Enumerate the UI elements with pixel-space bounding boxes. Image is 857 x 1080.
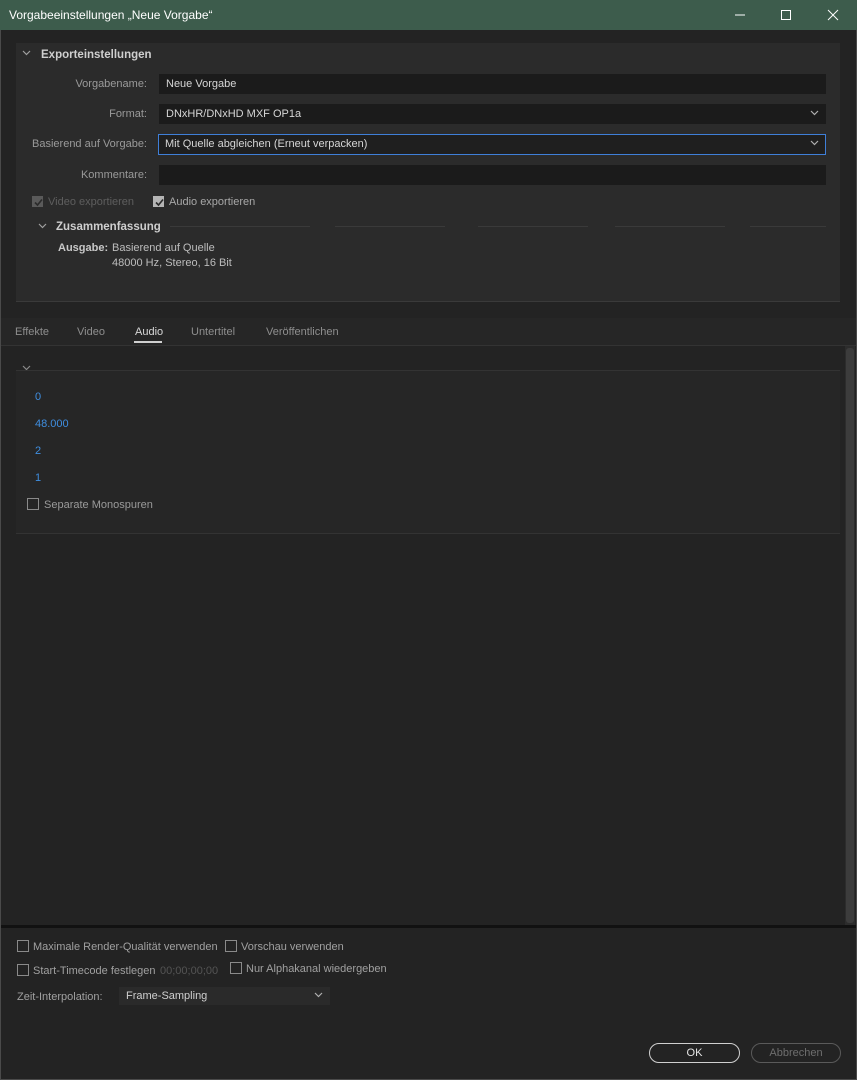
- audio-export-label: Audio exportieren: [169, 196, 256, 208]
- time-interpolation-dropdown[interactable]: Frame-Sampling: [119, 987, 330, 1005]
- checkmark-icon: [34, 198, 43, 207]
- output-line-1: Basierend auf Quelle: [112, 242, 215, 254]
- format-dropdown[interactable]: DNxHR/DNxHD MXF OP1a: [159, 104, 826, 124]
- audio-value-4[interactable]: 1: [35, 472, 41, 484]
- checkmark-icon: [155, 198, 164, 207]
- video-export-checkbox[interactable]: [32, 196, 43, 207]
- output-line-2: 48000 Hz, Stereo, 16 Bit: [112, 257, 232, 269]
- output-label: Ausgabe:: [58, 242, 109, 254]
- export-settings-heading: Exporteinstellungen: [41, 49, 152, 61]
- start-timecode-checkbox[interactable]: [17, 964, 29, 976]
- alpha-only-checkbox[interactable]: [230, 962, 242, 974]
- maximize-icon: [781, 10, 791, 20]
- separate-mono-tracks-label: Separate Monospuren: [44, 499, 153, 511]
- divider: [478, 226, 588, 227]
- based-on-preset-value: Mit Quelle abgleichen (Erneut verpacken): [165, 138, 368, 150]
- tab-effects[interactable]: Effekte: [15, 326, 49, 338]
- max-render-quality-checkbox[interactable]: [17, 940, 29, 952]
- time-interpolation-label: Zeit-Interpolation:: [17, 991, 103, 1003]
- tab-video[interactable]: Video: [77, 326, 105, 338]
- chevron-down-icon[interactable]: [22, 50, 31, 56]
- based-on-preset-dropdown[interactable]: Mit Quelle abgleichen (Erneut verpacken): [158, 134, 826, 155]
- audio-export-checkbox[interactable]: [153, 196, 164, 207]
- audio-sample-rate-value[interactable]: 48.000: [35, 418, 69, 430]
- chevron-down-icon: [314, 992, 323, 998]
- audio-channels-value[interactable]: 2: [35, 445, 41, 457]
- separate-mono-tracks-checkbox[interactable]: [27, 498, 39, 510]
- minimize-button[interactable]: [717, 0, 763, 30]
- chevron-down-icon: [810, 110, 819, 116]
- comment-input[interactable]: [159, 165, 826, 185]
- close-button[interactable]: [810, 0, 856, 30]
- alpha-only-label: Nur Alphakanal wiedergeben: [246, 963, 387, 975]
- window-title: Vorgabeeinstellungen „Neue Vorgabe“: [9, 8, 213, 22]
- chevron-down-icon: [810, 140, 819, 146]
- based-on-preset-label: Basierend auf Vorgabe:: [32, 138, 147, 150]
- close-icon: [827, 9, 839, 21]
- scrollbar-thumb[interactable]: [846, 348, 854, 923]
- video-export-label: Video exportieren: [48, 196, 135, 208]
- start-timecode-field[interactable]: 00;00;00;00: [160, 965, 218, 977]
- divider: [170, 226, 310, 227]
- tab-subtitles[interactable]: Untertitel: [191, 326, 235, 338]
- max-render-quality-label: Maximale Render-Qualität verwenden: [33, 941, 218, 953]
- start-timecode-label: Start-Timecode festlegen: [33, 965, 156, 977]
- tab-publish[interactable]: Veröffentlichen: [266, 326, 339, 338]
- comment-label: Kommentare:: [80, 169, 147, 181]
- use-preview-checkbox[interactable]: [225, 940, 237, 952]
- ok-button[interactable]: OK: [649, 1043, 740, 1063]
- divider: [615, 226, 725, 227]
- audio-value-1[interactable]: 0: [35, 391, 41, 403]
- tab-bar: Effekte Video Audio Untertitel Veröffent…: [0, 318, 857, 346]
- time-interpolation-value: Frame-Sampling: [126, 990, 208, 1002]
- use-preview-label: Vorschau verwenden: [241, 941, 344, 953]
- preset-name-input[interactable]: Neue Vorgabe: [159, 74, 826, 94]
- format-value: DNxHR/DNxHD MXF OP1a: [166, 108, 302, 120]
- chevron-down-icon[interactable]: [38, 223, 47, 229]
- divider: [750, 226, 826, 227]
- active-tab-indicator: [134, 341, 162, 343]
- divider: [335, 226, 445, 227]
- preset-name-label: Vorgabename:: [75, 78, 147, 90]
- maximize-button[interactable]: [763, 0, 809, 30]
- format-label: Format:: [109, 108, 147, 120]
- minimize-icon: [735, 14, 745, 16]
- cancel-button[interactable]: Abbrechen: [751, 1043, 841, 1063]
- title-bar: Vorgabeeinstellungen „Neue Vorgabe“: [0, 0, 857, 30]
- tab-audio[interactable]: Audio: [135, 326, 163, 338]
- summary-heading: Zusammenfassung: [56, 221, 161, 233]
